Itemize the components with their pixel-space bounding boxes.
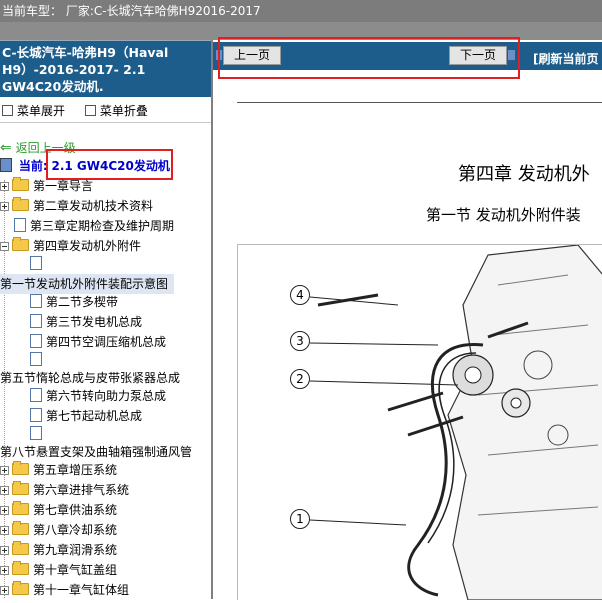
sidebar: C-长城汽车-哈弗H9（Haval H9）-2016-2017- 2.1 GW4… bbox=[0, 40, 213, 599]
tree-item-label[interactable]: 第六节转向助力泵总成 bbox=[46, 389, 166, 403]
tree-item-section-4[interactable]: 第四节空调压缩机总成 bbox=[30, 332, 166, 352]
tree-item-section-5[interactable]: 第五节惰轮总成与皮带张紧器总成 bbox=[0, 368, 180, 388]
title-bar: 当前车型： 厂家:C-长城汽车哈佛H92016-2017 bbox=[0, 0, 602, 40]
tree-item-doc[interactable] bbox=[30, 424, 46, 444]
tree-item-section-8[interactable]: 第八节悬置支架及曲轴箱强制通风管 bbox=[0, 442, 192, 462]
document-icon bbox=[30, 388, 42, 402]
expand-icon[interactable] bbox=[2, 105, 13, 116]
tree-item-label[interactable]: 第二章发动机技术资料 bbox=[33, 199, 153, 213]
computer-icon bbox=[0, 158, 12, 172]
callout-4: 4 bbox=[290, 285, 310, 305]
document-icon bbox=[30, 256, 42, 270]
menu-expand-button[interactable]: 菜单展开 bbox=[17, 104, 65, 118]
tree-item-chapter-11[interactable]: 第十一章气缸体组 bbox=[0, 580, 129, 599]
folder-icon bbox=[12, 501, 29, 515]
tree-item-section-2[interactable]: 第二节多楔带 bbox=[30, 292, 118, 312]
tree-item-label[interactable]: 第七章供油系统 bbox=[33, 503, 117, 517]
document-icon bbox=[30, 426, 42, 440]
tree-item-chapter-8[interactable]: 第八章冷却系统 bbox=[0, 520, 117, 540]
tree-item-chapter-6[interactable]: 第六章进排气系统 bbox=[0, 480, 129, 500]
document-icon bbox=[14, 218, 26, 232]
tree-item-label[interactable]: 第二节多楔带 bbox=[46, 295, 118, 309]
tree-item-label[interactable]: 第三章定期检查及维护周期 bbox=[30, 219, 174, 233]
menu-collapse-button[interactable]: 菜单折叠 bbox=[100, 104, 148, 118]
tree-item-label[interactable]: 第一节发动机外附件装配示意图 bbox=[0, 277, 168, 291]
callout-2: 2 bbox=[290, 369, 310, 389]
sidebar-title: C-长城汽车-哈弗H9（Haval H9）-2016-2017- 2.1 GW4… bbox=[2, 45, 169, 94]
tree-item-section-1-selected[interactable]: 第一节发动机外附件装配示意图 bbox=[0, 274, 175, 294]
folder-icon bbox=[12, 541, 29, 555]
engine-accessory-diagram: 4 3 2 1 bbox=[237, 244, 602, 601]
document-icon bbox=[30, 314, 42, 328]
tree-item-chapter-7[interactable]: 第七章供油系统 bbox=[0, 500, 117, 520]
tree-item-doc[interactable] bbox=[30, 254, 46, 274]
tree-item-label[interactable]: 第十一章气缸体组 bbox=[33, 583, 129, 597]
refresh-page-link[interactable]: [刷新当前页 bbox=[533, 50, 599, 67]
tree-item-chapter-4[interactable]: 第四章发动机外附件 bbox=[0, 236, 141, 256]
tree-item-label[interactable]: 第九章润滑系统 bbox=[33, 543, 117, 557]
document-icon bbox=[30, 408, 42, 422]
folder-open-icon bbox=[12, 237, 29, 251]
tree-item-chapter-10[interactable]: 第十章气缸盖组 bbox=[0, 560, 117, 580]
folder-icon bbox=[12, 177, 29, 191]
tree-item-label[interactable]: 第八章冷却系统 bbox=[33, 523, 117, 537]
tree-item-label[interactable]: 第四章发动机外附件 bbox=[33, 239, 141, 253]
sidebar-divider bbox=[0, 122, 211, 123]
tree-item-label[interactable]: 第十章气缸盖组 bbox=[33, 563, 117, 577]
document-icon bbox=[30, 294, 42, 308]
current-prefix: 当前: bbox=[18, 159, 48, 173]
folder-icon bbox=[12, 561, 29, 575]
tree-item-chapter-5[interactable]: 第五章增压系统 bbox=[0, 460, 117, 480]
document-icon bbox=[30, 334, 42, 348]
sidebar-header: C-长城汽车-哈弗H9（Haval H9）-2016-2017- 2.1 GW4… bbox=[0, 40, 211, 97]
tree-item-label[interactable]: 第三节发电机总成 bbox=[46, 315, 142, 329]
collapse-icon[interactable] bbox=[84, 105, 96, 116]
tree-item-chapter-2[interactable]: 第二章发动机技术资料 bbox=[0, 196, 153, 216]
page-rule bbox=[237, 102, 602, 103]
tree-item-chapter-1[interactable]: 第一章导言 bbox=[0, 176, 93, 196]
tree-item-section-7[interactable]: 第七节起动机总成 bbox=[30, 406, 142, 426]
tree-item-label[interactable]: 第四节空调压缩机总成 bbox=[46, 335, 166, 349]
tree-item-section-6[interactable]: 第六节转向助力泵总成 bbox=[30, 386, 166, 406]
folder-icon bbox=[12, 197, 29, 211]
tree-item-label[interactable]: 第五章增压系统 bbox=[33, 463, 117, 477]
tree-item-label[interactable]: 第一章导言 bbox=[33, 179, 93, 193]
back-arrow-icon: ⇐ bbox=[0, 140, 12, 156]
highlight-box-nav bbox=[218, 37, 520, 79]
tree-item-label[interactable]: 第五节惰轮总成与皮带张紧器总成 bbox=[0, 371, 180, 385]
folder-icon bbox=[12, 461, 29, 475]
tree-item-label[interactable]: 第六章进排气系统 bbox=[33, 483, 129, 497]
tree-item-label[interactable]: 第八节悬置支架及曲轴箱强制通风管 bbox=[0, 445, 192, 459]
folder-icon bbox=[12, 521, 29, 535]
callout-1: 1 bbox=[290, 509, 310, 529]
callout-3: 3 bbox=[290, 331, 310, 351]
tree-item-chapter-3[interactable]: 第三章定期检查及维护周期 bbox=[14, 216, 174, 236]
tree-item-label[interactable]: 第七节起动机总成 bbox=[46, 409, 142, 423]
document-icon bbox=[30, 352, 42, 366]
tree-item-chapter-9[interactable]: 第九章润滑系统 bbox=[0, 540, 117, 560]
tree-item-doc[interactable] bbox=[30, 350, 46, 370]
section-heading: 第一节 发动机外附件装 bbox=[426, 206, 581, 224]
chapter-heading: 第四章 发动机外 bbox=[458, 164, 590, 185]
folder-icon bbox=[12, 481, 29, 495]
folder-icon bbox=[12, 581, 29, 595]
menu-controls: 菜单展开 菜单折叠 bbox=[0, 102, 162, 120]
current-model-title: 当前车型： 厂家:C-长城汽车哈佛H92016-2017 bbox=[2, 4, 261, 18]
tree-item-section-3[interactable]: 第三节发电机总成 bbox=[30, 312, 142, 332]
